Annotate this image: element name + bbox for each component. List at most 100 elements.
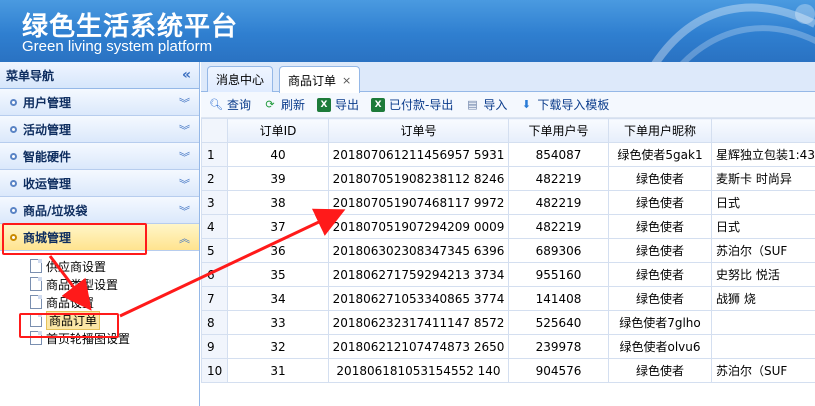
table-row[interactable]: 4 37 201807051907294209 0009 482219 绿色使者 日式 <box>201 214 815 239</box>
query-button[interactable]: 🔍︎ 查询 <box>209 96 251 113</box>
user-nick-cell: 绿色使者 <box>608 358 712 383</box>
row-number-cell: 3 <box>201 190 228 215</box>
sidebar-title: 菜单导航 <box>6 68 55 83</box>
order-id-cell: 32 <box>227 334 329 359</box>
order-no-cell: 201807051907468117 9972 <box>328 190 509 215</box>
user-id-cell: 482219 <box>508 166 609 191</box>
table-row[interactable]: 7 34 201806271053340865 3774 141408 绿色使者 战狮 烧 <box>201 286 815 311</box>
export-button[interactable]: X 导出 <box>317 96 359 113</box>
paid-export-label: 已付款-导出 <box>389 98 454 112</box>
sidebar-item-goods-type[interactable]: 商品类型设置 <box>0 275 199 293</box>
tab-goods-order[interactable]: 商品订单 × <box>279 66 361 93</box>
user-id-cell: 904576 <box>508 358 609 383</box>
tab-message-center[interactable]: 消息中心 <box>207 66 274 92</box>
sidebar-section-activity[interactable]: 活动管理 ︾ <box>0 116 199 143</box>
main-panel: 消息中心 商品订单 × 🔍︎ 查询 ⟳ 刷新 X 导出 X 已付款-导出 ▤ 导… <box>201 62 815 406</box>
table-row[interactable]: 5 36 201806302308347345 6396 689306 绿色使者 苏泊尔（… <box>201 238 815 263</box>
close-icon[interactable]: × <box>342 74 351 87</box>
download-arrow-icon: ⬇ <box>521 98 532 111</box>
bullet-icon <box>10 98 17 106</box>
table-row[interactable]: 6 35 201806271759294213 3734 955160 绿色使者 史努比 … <box>201 262 815 287</box>
sidebar-item-label: 商品类型设置 <box>46 277 119 292</box>
row-number-cell: 9 <box>201 334 228 359</box>
highlight-box-mall <box>2 223 147 255</box>
user-id-cell: 482219 <box>508 214 609 239</box>
export-label: 导出 <box>335 98 360 112</box>
orders-table: 订单ID 订单号 下单用户号 下单用户昵称 1 40 201807061211456… <box>201 118 815 383</box>
user-nick-cell: 绿色使者 <box>608 238 712 263</box>
row-number-cell: 1 <box>201 142 228 167</box>
order-no-cell: 201806181053154552 140 <box>328 358 509 383</box>
column-header-order-no[interactable]: 订单号 <box>328 118 509 143</box>
bullet-icon <box>10 125 17 133</box>
sidebar-header: 菜单导航 « <box>0 62 199 89</box>
table-row[interactable]: 10 31 201806181053154552 140 904576 绿色使者 苏泊尔（… <box>201 358 815 383</box>
order-id-cell: 37 <box>227 214 329 239</box>
user-id-cell: 141408 <box>508 286 609 311</box>
user-id-cell: 482219 <box>508 190 609 215</box>
sidebar-item-supplier[interactable]: 供应商设置 <box>0 257 199 275</box>
sidebar-section-label: 商品/垃圾袋 <box>23 203 88 218</box>
extra-cell: 苏泊尔（SUF <box>711 238 815 263</box>
sidebar-section-user[interactable]: 用户管理 ︾ <box>0 89 199 116</box>
table-row[interactable]: 2 39 201807051908238112 8246 482219 绿色使者 麦斯卡 … <box>201 166 815 191</box>
column-header-user-nick[interactable]: 下单用户昵称 <box>608 118 712 143</box>
double-chevron-left-icon[interactable]: « <box>182 67 191 83</box>
import-label: 导入 <box>483 98 508 112</box>
row-number-cell: 4 <box>201 214 228 239</box>
double-chevron-down-icon[interactable]: ︾ <box>179 203 190 219</box>
extra-cell: 日式 <box>711 190 815 215</box>
file-icon <box>30 259 42 273</box>
double-chevron-down-icon[interactable]: ︾ <box>179 176 190 192</box>
sidebar-section-label: 智能硬件 <box>23 149 72 164</box>
excel-icon: X <box>317 97 332 112</box>
row-number-header <box>201 118 228 143</box>
tab-bar: 消息中心 商品订单 × <box>201 62 815 93</box>
double-chevron-up-icon[interactable]: ︽ <box>179 230 190 246</box>
row-number-cell: 10 <box>201 358 228 383</box>
extra-cell: 战狮 烧 <box>711 286 815 311</box>
double-chevron-down-icon[interactable]: ︾ <box>179 149 190 165</box>
column-header-order-id[interactable]: 订单ID <box>227 118 329 143</box>
order-no-cell: 201806232317411147 8572 <box>328 310 509 335</box>
file-icon <box>30 295 42 309</box>
sidebar-section-label: 收运管理 <box>23 176 72 191</box>
sidebar-item-goods[interactable]: 商品设置 <box>0 293 199 311</box>
header-decoration <box>651 3 815 62</box>
double-chevron-down-icon[interactable]: ︾ <box>179 95 190 111</box>
column-header-extra[interactable] <box>711 118 815 143</box>
sidebar-section-label: 活动管理 <box>23 122 72 137</box>
extra-cell: 日式 <box>711 214 815 239</box>
double-chevron-down-icon[interactable]: ︾ <box>179 122 190 138</box>
paid-export-button[interactable]: X 已付款-导出 <box>371 96 453 113</box>
user-nick-cell: 绿色使者 <box>608 214 712 239</box>
user-nick-cell: 绿色使者 <box>608 190 712 215</box>
tab-label: 消息中心 <box>216 73 265 87</box>
row-number-cell: 2 <box>201 166 228 191</box>
user-nick-cell: 绿色使者7glho <box>608 310 712 335</box>
sidebar-item-label: 商品设置 <box>46 295 95 310</box>
refresh-button[interactable]: ⟳ 刷新 <box>263 96 305 113</box>
row-number-cell: 6 <box>201 262 228 287</box>
table-row[interactable]: 3 38 201807051907468117 9972 482219 绿色使者 日式 <box>201 190 815 215</box>
sidebar-section-collection[interactable]: 收运管理 ︾ <box>0 170 199 197</box>
toolbar: 🔍︎ 查询 ⟳ 刷新 X 导出 X 已付款-导出 ▤ 导入 ⬇ 下载导入模板 <box>201 92 815 118</box>
sidebar-section-hardware[interactable]: 智能硬件 ︾ <box>0 143 199 170</box>
import-button[interactable]: ▤ 导入 <box>465 96 507 113</box>
table-row[interactable]: 9 32 201806212107474873 2650 239978 绿色使者olvu… <box>201 334 815 359</box>
column-header-user-id[interactable]: 下单用户号 <box>508 118 609 143</box>
order-id-cell: 31 <box>227 358 329 383</box>
order-no-cell: 201806302308347345 6396 <box>328 238 509 263</box>
row-number-cell: 8 <box>201 310 228 335</box>
table-row[interactable]: 8 33 201806232317411147 8572 525640 绿色使者7glh… <box>201 310 815 335</box>
user-id-cell: 955160 <box>508 262 609 287</box>
table-row[interactable]: 1 40 201807061211456957 5931 854087 绿色使者5gak… <box>201 142 815 167</box>
order-id-cell: 34 <box>227 286 329 311</box>
order-id-cell: 33 <box>227 310 329 335</box>
search-icon: 🔍︎ <box>209 98 223 111</box>
order-no-cell: 201806212107474873 2650 <box>328 334 509 359</box>
sidebar-section-goods[interactable]: 商品/垃圾袋 ︾ <box>0 197 199 224</box>
bullet-icon <box>10 179 17 187</box>
download-template-button[interactable]: ⬇ 下载导入模板 <box>519 96 610 113</box>
user-id-cell: 854087 <box>508 142 609 167</box>
